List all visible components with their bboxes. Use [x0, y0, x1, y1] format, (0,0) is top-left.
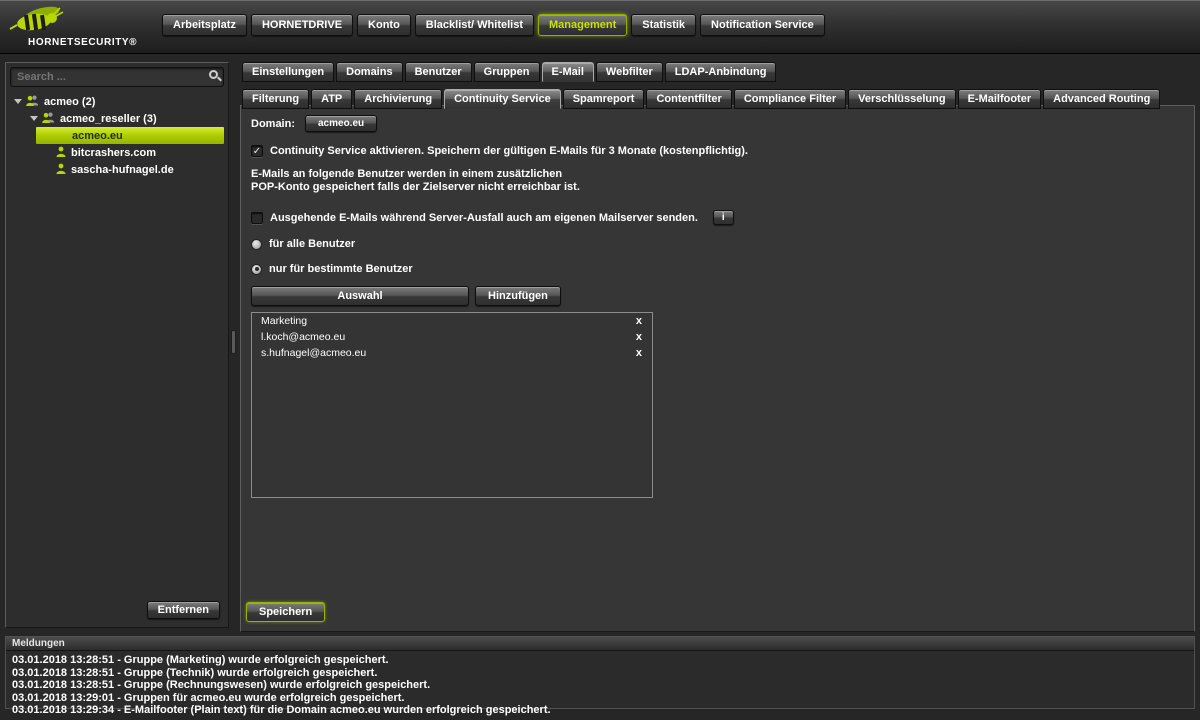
messages-title: Meldungen: [6, 637, 1194, 651]
customer-tree: acmeo (2) acmeo_reseller (3) acmeo.eu bi…: [6, 93, 228, 178]
list-item[interactable]: l.koch@acmeo.eu x: [252, 329, 652, 345]
tab-filterung[interactable]: Filterung: [242, 89, 310, 109]
info-button[interactable]: i: [712, 210, 734, 225]
message-line: 03.01.2018 13:29:01 - Gruppen für acmeo.…: [12, 691, 405, 704]
tree-item-acmeo-reseller[interactable]: acmeo_reseller (3): [6, 110, 228, 127]
tree-item-bitcrashers[interactable]: bitcrashers.com: [6, 144, 228, 161]
tab-archivierung[interactable]: Archivierung: [354, 89, 443, 109]
remove-item-button[interactable]: x: [634, 347, 644, 359]
tab-continuity-service[interactable]: Continuity Service: [444, 89, 561, 109]
nav-arbeitsplatz[interactable]: Arbeitsplatz: [162, 14, 247, 36]
main-nav: Arbeitsplatz HORNETDRIVE Konto Blacklist…: [162, 14, 825, 36]
app-header: HORNETSECURITY® Arbeitsplatz HORNETDRIVE…: [0, 0, 1200, 54]
expander-icon[interactable]: [30, 116, 38, 121]
entfernen-button[interactable]: Entfernen: [146, 601, 220, 619]
pop-info-text: E-Mails an folgende Benutzer werden in e…: [251, 168, 580, 193]
tab-gruppen[interactable]: Gruppen: [473, 62, 540, 82]
continuity-activate-checkbox[interactable]: ✓: [251, 145, 263, 157]
continuity-service-panel: Domain: acmeo.eu ✓ Continuity Service ak…: [240, 105, 1195, 632]
search-icon[interactable]: [209, 70, 218, 79]
tab-einstellungen[interactable]: Einstellungen: [242, 62, 335, 82]
domain-label: Domain:: [251, 117, 295, 130]
tab-verschluesselung[interactable]: Verschlüsselung: [848, 89, 956, 109]
brand-text: HORNETSECURITY®: [28, 37, 138, 48]
continuity-activate-label: Continuity Service aktivieren. Speichern…: [270, 145, 748, 157]
nav-konto[interactable]: Konto: [357, 14, 411, 36]
remove-item-button[interactable]: x: [634, 315, 644, 327]
tree-item-label: sascha-hufnagel.de: [71, 163, 174, 176]
outgoing-mail-checkbox[interactable]: [251, 211, 263, 224]
tab-benutzer[interactable]: Benutzer: [404, 62, 472, 82]
message-line: 03.01.2018 13:28:51 - Gruppe (Marketing)…: [12, 654, 389, 666]
list-item-label: s.hufnagel@acmeo.eu: [261, 347, 367, 359]
message-line: 03.01.2018 13:28:51 - Gruppe (Technik) w…: [12, 666, 378, 679]
list-item-label: Marketing: [261, 315, 308, 327]
outgoing-mail-label: Ausgehende E-Mails während Server-Ausfal…: [270, 211, 698, 224]
sidebar: acmeo (2) acmeo_reseller (3) acmeo.eu: [5, 62, 229, 628]
splitter-handle[interactable]: [231, 330, 236, 354]
list-item[interactable]: Marketing x: [252, 313, 652, 329]
radio-all-users-label: für alle Benutzer: [269, 238, 356, 250]
group-icon: [26, 95, 39, 109]
tree-item-label: acmeo (2): [44, 95, 96, 108]
primary-tabs: Einstellungen Domains Benutzer Gruppen E…: [240, 62, 1195, 82]
radio-specific-users[interactable]: [251, 263, 262, 275]
search-input[interactable]: [10, 67, 224, 87]
message-line: 03.01.2018 13:28:51 - Gruppe (Rechnungsw…: [12, 679, 431, 692]
nav-management[interactable]: Management: [538, 14, 628, 36]
remove-item-button[interactable]: x: [634, 331, 644, 343]
nav-notification-service[interactable]: Notification Service: [700, 14, 825, 36]
tree-item-label: bitcrashers.com: [71, 146, 156, 159]
tree-item-label: acmeo.eu: [72, 129, 123, 142]
radio-all-users[interactable]: [251, 238, 262, 250]
tab-email[interactable]: E-Mail: [541, 62, 594, 82]
tab-spamreport[interactable]: Spamreport: [562, 89, 645, 109]
messages-panel: Meldungen 03.01.2018 13:28:51 - Gruppe (…: [5, 636, 1195, 716]
tab-emailfooter[interactable]: E-Mailfooter: [957, 89, 1042, 109]
hinzufuegen-button[interactable]: Hinzufügen: [475, 286, 561, 306]
nav-blacklist-whitelist[interactable]: Blacklist/ Whitelist: [414, 14, 534, 36]
list-item-label: l.koch@acmeo.eu: [261, 331, 346, 343]
tree-item-label: acmeo_reseller (3): [60, 112, 157, 125]
tab-compliance-filter[interactable]: Compliance Filter: [733, 89, 847, 109]
user-icon: [56, 146, 66, 160]
secondary-tabs: Filterung ATP Archivierung Continuity Se…: [240, 89, 1195, 109]
radio-specific-users-label: nur für bestimmte Benutzer: [269, 263, 413, 275]
tree-item-acmeo-eu[interactable]: acmeo.eu: [36, 127, 224, 144]
speichern-button[interactable]: Speichern: [246, 602, 326, 622]
tab-advanced-routing[interactable]: Advanced Routing: [1043, 89, 1161, 109]
group-icon: [42, 112, 55, 126]
recipient-listbox: Marketing x l.koch@acmeo.eu x s.hufnagel…: [251, 312, 653, 498]
domain-selector-button[interactable]: acmeo.eu: [305, 115, 378, 132]
tab-atp[interactable]: ATP: [311, 89, 353, 109]
list-item[interactable]: s.hufnagel@acmeo.eu x: [252, 345, 652, 361]
main-area: Einstellungen Domains Benutzer Gruppen E…: [240, 62, 1195, 632]
user-icon: [56, 163, 66, 177]
tree-item-acmeo[interactable]: acmeo (2): [6, 93, 228, 110]
expander-icon[interactable]: [14, 99, 22, 104]
auswahl-button[interactable]: Auswahl: [251, 286, 469, 306]
nav-statistik[interactable]: Statistik: [631, 14, 697, 36]
tab-ldap-anbindung[interactable]: LDAP-Anbindung: [664, 62, 777, 82]
tab-contentfilter[interactable]: Contentfilter: [646, 89, 732, 109]
tab-webfilter[interactable]: Webfilter: [595, 62, 663, 82]
nav-hornetdrive[interactable]: HORNETDRIVE: [250, 14, 354, 36]
tab-domains[interactable]: Domains: [336, 62, 403, 82]
tree-item-sascha-hufnagel[interactable]: sascha-hufnagel.de: [6, 161, 228, 178]
